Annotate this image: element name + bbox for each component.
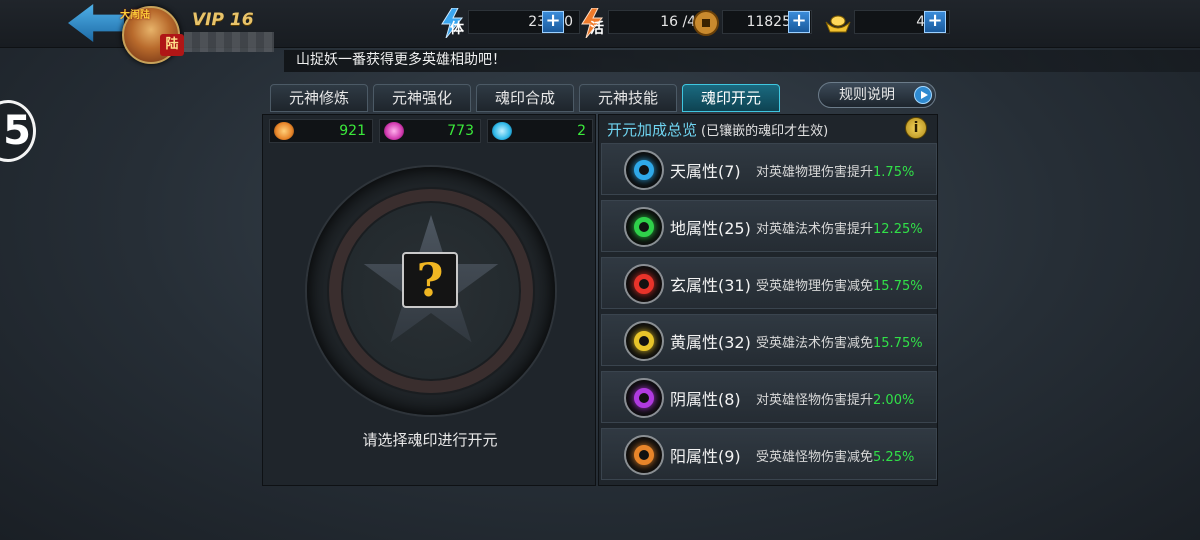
attribute-name: 地属性(25) xyxy=(670,219,751,238)
avatar-badge: 陆 xyxy=(160,34,184,56)
attribute-name: 玄属性(31) xyxy=(670,276,751,295)
attribute-desc: 对英雄法术伤害提升12.25% xyxy=(756,218,923,237)
arrow-right-icon xyxy=(914,86,932,104)
add-copper-button[interactable]: + xyxy=(788,11,810,33)
tab-seal-unlock[interactable]: 魂印开元 xyxy=(682,84,780,112)
attribute-name: 天属性(7) xyxy=(670,162,741,181)
select-seal-slot[interactable]: ? xyxy=(402,252,458,308)
blue-essence-counter: 2 xyxy=(487,119,593,143)
attribute-desc-text: 对英雄怪物伤害提升 xyxy=(756,393,874,408)
select-seal-hint: 请选择魂印进行开元 xyxy=(362,431,498,449)
gold-ingot-icon xyxy=(825,15,851,33)
overview-title-text: 开元加成总览 xyxy=(607,121,698,139)
orange-swirl-icon xyxy=(274,122,294,140)
rules-button[interactable]: 规则说明 xyxy=(818,82,936,108)
vip-level: VIP 16 xyxy=(192,10,254,30)
blue-swirl-icon xyxy=(492,122,512,140)
yang-orb-icon xyxy=(624,435,664,475)
attribute-row-earth: 地属性(25) 对英雄法术伤害提升12.25% xyxy=(601,200,937,252)
attribute-desc: 对英雄怪物伤害提升2.00% xyxy=(756,389,914,408)
yellow-orb-icon xyxy=(624,321,664,361)
attribute-row-yellow: 黄属性(32) 受英雄法术伤害减免15.75% xyxy=(601,314,937,366)
rules-button-label: 规则说明 xyxy=(839,87,895,103)
copper-coin-icon xyxy=(693,10,719,36)
tab-soul-skills[interactable]: 元神技能 xyxy=(579,84,677,112)
attribute-desc: 对英雄物理伤害提升1.75% xyxy=(756,161,914,180)
unlock-bonus-overview-panel: 开元加成总览 (已镶嵌的魂印才生效) i 天属性(7) 对英雄物理伤害提升1.75… xyxy=(598,114,938,486)
seal-selection-panel: 921 773 2 ? 请选择魂印进行开元 xyxy=(262,114,596,486)
add-gold-button[interactable]: + xyxy=(924,11,946,33)
attribute-desc-text: 对英雄物理伤害提升 xyxy=(756,165,874,180)
attribute-desc-text: 受英雄法术伤害减免 xyxy=(756,336,874,351)
energy-label: 活 xyxy=(590,21,604,37)
avatar-title-tag: 大闹陆 xyxy=(120,10,150,21)
orange-essence-value: 921 xyxy=(339,123,366,139)
earth-orb-icon xyxy=(624,207,664,247)
attribute-desc: 受英雄法术伤害减免15.75% xyxy=(756,332,923,351)
tab-soul-cultivation[interactable]: 元神修炼 xyxy=(270,84,368,112)
attribute-value: 5.25% xyxy=(873,450,915,465)
attribute-name: 黄属性(32) xyxy=(670,333,751,352)
orange-essence-counter: 921 xyxy=(269,119,373,143)
attribute-desc: 受英雄怪物伤害减免5.25% xyxy=(756,446,914,465)
attribute-desc: 受英雄物理伤害减免15.75% xyxy=(756,275,923,294)
tab-seal-synthesis[interactable]: 魂印合成 xyxy=(476,84,574,112)
stamina-label: 体 xyxy=(450,21,464,37)
overview-note: (已镶嵌的魂印才生效) xyxy=(701,124,829,139)
purple-essence-value: 773 xyxy=(447,123,474,139)
attribute-value: 12.25% xyxy=(873,222,923,237)
attribute-value: 15.75% xyxy=(873,279,923,294)
add-stamina-button[interactable]: + xyxy=(542,11,564,33)
attribute-desc-text: 受英雄物理伤害减免 xyxy=(756,279,874,294)
step-badge: 5 xyxy=(0,100,36,162)
purple-swirl-icon xyxy=(384,122,404,140)
attribute-name: 阴属性(8) xyxy=(670,390,741,409)
attribute-row-mystic: 玄属性(31) 受英雄物理伤害减免15.75% xyxy=(601,257,937,309)
attribute-row-yang: 阳属性(9) 受英雄怪物伤害减免5.25% xyxy=(601,428,937,480)
attribute-row-yin: 阴属性(8) 对英雄怪物伤害提升2.00% xyxy=(601,371,937,423)
attribute-row-heaven: 天属性(7) 对英雄物理伤害提升1.75% xyxy=(601,143,937,195)
info-icon[interactable]: i xyxy=(905,117,927,139)
attribute-desc-text: 对英雄法术伤害提升 xyxy=(756,222,874,237)
mystic-orb-icon xyxy=(624,264,664,304)
heaven-orb-icon xyxy=(624,150,664,190)
purple-essence-counter: 773 xyxy=(379,119,481,143)
attribute-name: 阳属性(9) xyxy=(670,447,741,466)
yin-orb-icon xyxy=(624,378,664,418)
overview-title: 开元加成总览 (已镶嵌的魂印才生效) xyxy=(607,119,828,140)
attribute-value: 15.75% xyxy=(873,336,923,351)
attribute-desc-text: 受英雄怪物伤害减免 xyxy=(756,450,874,465)
player-name-blurred xyxy=(184,32,274,52)
attribute-value: 2.00% xyxy=(873,393,915,408)
announcement-ticker: 山捉妖一番获得更多英雄相助吧！ xyxy=(284,50,1200,72)
attribute-value: 1.75% xyxy=(873,165,915,180)
tab-soul-strengthen[interactable]: 元神强化 xyxy=(373,84,471,112)
blue-essence-value: 2 xyxy=(577,123,586,139)
